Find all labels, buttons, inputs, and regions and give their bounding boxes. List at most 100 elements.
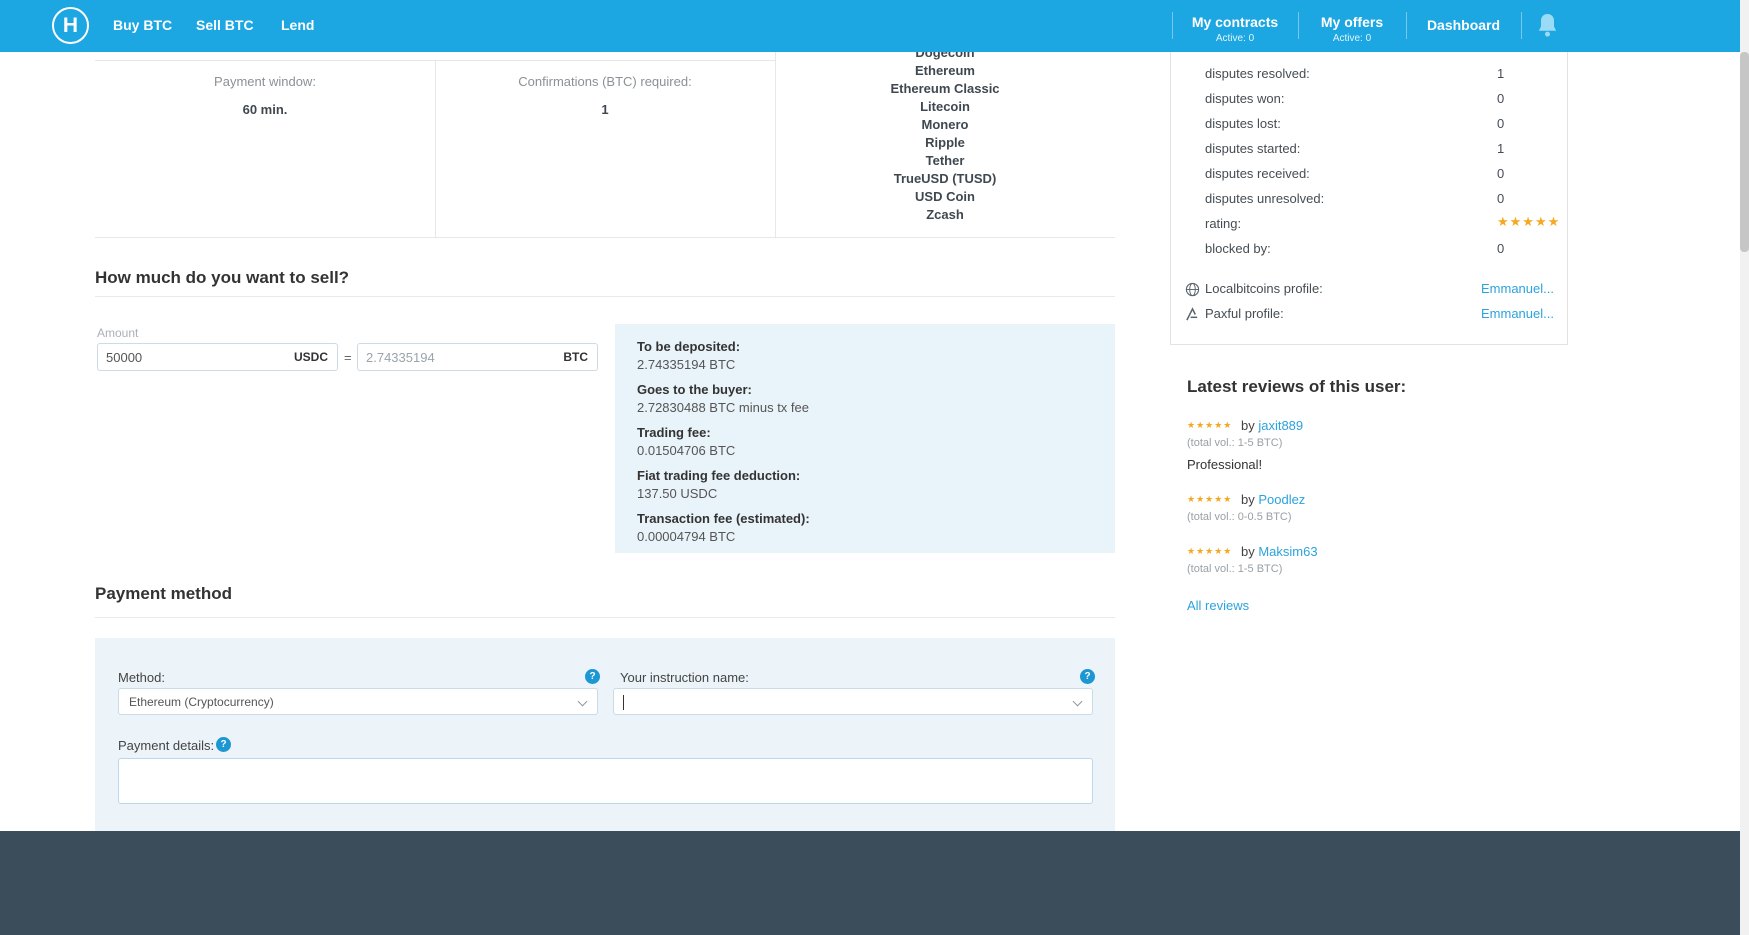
summary-label: Trading fee: (637, 425, 711, 440)
method-select-value: Ethereum (Cryptocurrency) (129, 695, 274, 709)
payment-details-textarea[interactable] (118, 758, 1093, 804)
rating-label: rating: (1205, 216, 1242, 231)
btc-amount-input[interactable] (358, 349, 564, 365)
help-icon[interactable]: ? (585, 669, 600, 684)
nav-my-contracts[interactable]: My contracts Active: 0 (1176, 14, 1294, 44)
summary-value: 0.00004794 BTC (637, 529, 736, 544)
blocked-by-value: 0 (1497, 241, 1505, 256)
nav-separator (1406, 12, 1407, 39)
stat-label: disputes won: (1205, 91, 1285, 106)
nav-lend[interactable]: Lend (281, 17, 314, 33)
summary-value: 2.74335194 BTC (637, 357, 736, 372)
my-contracts-active-count: Active: 0 (1215, 33, 1255, 44)
blocked-by-row: blocked by: 0 (1171, 241, 1567, 266)
summary-label: To be deposited: (637, 339, 741, 354)
site-logo[interactable]: H (52, 7, 89, 44)
my-contracts-label: My contracts (1191, 14, 1279, 30)
nav-sell-btc[interactable]: Sell BTC (196, 17, 254, 33)
amount-input[interactable] (98, 349, 294, 365)
review-stars: ★★★★★ (1187, 546, 1233, 556)
globe-icon (1185, 282, 1200, 297)
reviews-title: Latest reviews of this user: (1187, 377, 1407, 396)
summary-label: Fiat trading fee deduction: (637, 468, 801, 483)
stat-row: disputes resolved: 1 (1171, 66, 1567, 91)
equals-sign: = (344, 350, 352, 365)
summary-pair: Trading fee: 0.01504706 BTC (637, 424, 1093, 459)
page: disputes resolved: 1 disputes won: 0 dis… (0, 0, 1749, 935)
nav-separator (1172, 12, 1173, 39)
altcoins-list: Dogecoin Ethereum Ethereum Classic Litec… (775, 44, 1115, 224)
page-footer (0, 831, 1749, 935)
paxful-profile-row: Paxful profile: Emmanuel... (1171, 306, 1567, 331)
nav-separator (1298, 12, 1299, 39)
review-stars: ★★★★★ (1187, 494, 1233, 504)
payment-window-cell: Payment window: 60 min. (95, 74, 435, 117)
summary-value: 2.72830488 BTC minus tx fee (637, 400, 809, 415)
review-by-label: by (1240, 544, 1255, 559)
stat-value: 0 (1497, 116, 1505, 131)
instruction-name-select[interactable] (613, 688, 1093, 715)
help-icon[interactable]: ? (216, 737, 231, 752)
payment-details-label: Payment details: (118, 738, 215, 753)
localbitcoins-profile-link[interactable]: Emmanuel... (1481, 281, 1554, 296)
review-comment: Professional! (1187, 457, 1263, 472)
review-username-link[interactable]: Poodlez (1258, 492, 1305, 507)
stat-row: disputes lost: 0 (1171, 116, 1567, 141)
method-label: Method: (118, 670, 165, 685)
top-nav-bar: H Buy BTC Sell BTC Lend My contracts Act… (0, 0, 1749, 52)
summary-label: Goes to the buyer: (637, 382, 752, 397)
stat-value: 1 (1497, 141, 1505, 156)
stat-row: disputes started: 1 (1171, 141, 1567, 166)
altcoin-item: Litecoin (920, 99, 970, 114)
nav-separator (1521, 12, 1522, 39)
stat-label: disputes received: (1205, 166, 1310, 181)
stat-label: disputes resolved: (1205, 66, 1310, 81)
altcoin-item: USD Coin (915, 189, 975, 204)
nav-dashboard[interactable]: Dashboard (1410, 17, 1517, 33)
paxful-profile-link[interactable]: Emmanuel... (1481, 306, 1554, 321)
altcoin-item: Ethereum Classic (890, 81, 1000, 96)
altcoin-item: Ripple (925, 135, 965, 150)
review-by-label: by (1240, 418, 1255, 433)
review-header: ★★★★★ by jaxit889 (1187, 418, 1303, 433)
notifications-bell-icon[interactable] (1536, 12, 1560, 40)
review-username-link[interactable]: Maksim63 (1258, 544, 1317, 559)
nav-buy-btc[interactable]: Buy BTC (113, 17, 172, 33)
dashboard-label: Dashboard (1426, 17, 1501, 33)
altcoin-item: Tether (925, 153, 965, 168)
logo-letter: H (62, 13, 79, 37)
summary-value: 0.01504706 BTC (637, 443, 736, 458)
payment-window-value: 60 min. (242, 102, 288, 117)
all-reviews-link[interactable]: All reviews (1187, 598, 1249, 613)
scrollbar-track[interactable] (1740, 0, 1749, 935)
table-divider (95, 237, 1115, 238)
nav-my-offers[interactable]: My offers Active: 0 (1302, 14, 1402, 44)
method-select[interactable]: Ethereum (Cryptocurrency) (118, 688, 598, 715)
summary-label: Transaction fee (estimated): (637, 511, 810, 526)
help-icon[interactable]: ? (1080, 669, 1095, 684)
paxful-icon (1185, 307, 1200, 322)
altcoin-item: Zcash (926, 207, 964, 222)
instruction-name-label: Your instruction name: (620, 670, 749, 685)
scrollbar-thumb[interactable] (1740, 52, 1749, 252)
stat-label: disputes unresolved: (1205, 191, 1325, 206)
chevron-down-icon (577, 696, 588, 707)
stat-row: disputes unresolved: 0 (1171, 191, 1567, 216)
summary-pair: Fiat trading fee deduction: 137.50 USDC (637, 467, 1093, 502)
confirmations-cell: Confirmations (BTC) required: 1 (435, 74, 775, 117)
blocked-by-label: blocked by: (1205, 241, 1271, 256)
stat-value: 1 (1497, 66, 1505, 81)
stat-row: disputes received: 0 (1171, 166, 1567, 191)
summary-pair: Goes to the buyer: 2.72830488 BTC minus … (637, 381, 1093, 416)
stat-value: 0 (1497, 166, 1505, 181)
altcoin-item: TrueUSD (TUSD) (893, 171, 997, 186)
payment-method-box: Method: ? Your instruction name: ? Ether… (95, 638, 1115, 831)
review-header: ★★★★★ by Maksim63 (1187, 544, 1318, 559)
stat-label: disputes lost: (1205, 116, 1281, 131)
sell-summary-panel: To be deposited: 2.74335194 BTC Goes to … (615, 324, 1115, 553)
review-username-link[interactable]: jaxit889 (1258, 418, 1303, 433)
altcoin-item: Ethereum (915, 63, 975, 78)
review-stars: ★★★★★ (1187, 420, 1233, 430)
section-divider (95, 617, 1115, 618)
localbitcoins-profile-label: Localbitcoins profile: (1205, 281, 1323, 296)
